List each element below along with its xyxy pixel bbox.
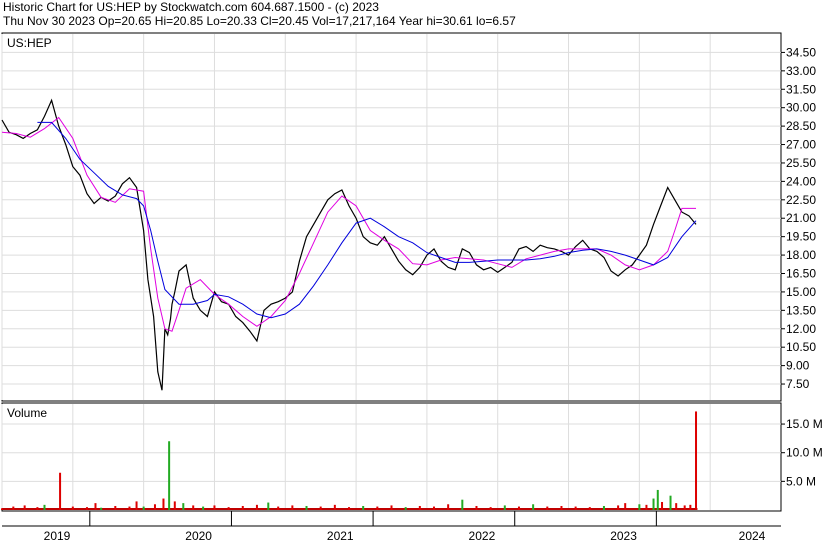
volume-bar	[114, 505, 117, 510]
volume-bar	[153, 504, 156, 510]
volume-bar	[1, 508, 3, 510]
volume-tick-label: 15.0 M	[786, 417, 823, 431]
price-tick-label: 24.00	[786, 174, 816, 188]
year-label: 2024	[739, 529, 766, 543]
price-tick-label: 33.00	[786, 64, 816, 78]
volume-bar	[85, 507, 88, 510]
volume-bar	[661, 501, 664, 510]
volume-bar	[182, 503, 185, 510]
year-label: 2022	[469, 529, 496, 543]
volume-bar	[645, 504, 648, 510]
price-tick-label: 18.00	[786, 248, 816, 262]
price-tick-label: 7.50	[786, 377, 810, 391]
volume-bar	[432, 506, 435, 510]
volume-bar	[59, 472, 62, 510]
price-tick-label: 12.00	[786, 322, 816, 336]
price-tick-label: 16.50	[786, 266, 816, 280]
volume-bar	[617, 505, 620, 510]
volume-bar	[36, 507, 39, 510]
volume-bar	[142, 506, 145, 510]
volume-bar	[128, 506, 131, 510]
volume-bar	[100, 507, 103, 510]
price-tick-label: 30.00	[786, 101, 816, 115]
volume-bar	[461, 499, 464, 510]
price-tick-label: 28.50	[786, 119, 816, 133]
volume-bar	[532, 504, 535, 510]
volume-bar	[376, 506, 379, 510]
volume-bar	[418, 505, 421, 510]
volume-bar	[669, 495, 672, 510]
price-tick-label: 9.00	[786, 359, 810, 373]
price-tick-label: 13.50	[786, 303, 816, 317]
volume-bar	[652, 498, 655, 510]
volume-bar	[390, 505, 393, 510]
price-panel-title: US:HEP	[7, 36, 52, 50]
price-tick-label: 27.00	[786, 138, 816, 152]
volume-bar	[348, 507, 351, 510]
volume-bar	[675, 503, 678, 510]
volume-bar	[319, 506, 322, 510]
stock-chart: 34.50 33.00 31.50 30.00 28.50 27.00 25.50 24.00…	[1, 32, 823, 543]
volume-bar	[291, 505, 294, 510]
year-label: 2021	[327, 529, 354, 543]
volume-bar	[241, 505, 244, 510]
volume-bar	[305, 505, 308, 510]
volume-tick-label: 5.0 M	[786, 474, 816, 488]
volume-bar	[94, 503, 97, 510]
volume-bar	[135, 501, 138, 510]
volume-panel-title: Volume	[7, 406, 47, 420]
volume-bar	[173, 501, 176, 510]
volume-bar	[588, 507, 591, 510]
volume-bar	[162, 498, 165, 510]
volume-bar	[267, 502, 270, 510]
volume-bar	[12, 506, 15, 510]
volume-tick-label: 10.0 M	[786, 446, 823, 460]
volume-bar	[602, 505, 605, 510]
volume-bar	[404, 507, 407, 510]
volume-bar	[227, 507, 230, 510]
year-axis: 2019 2020 2021 2022 2023 2024	[44, 511, 766, 543]
volume-bar	[546, 506, 549, 510]
volume-bar	[560, 505, 563, 510]
price-tick-label: 19.50	[786, 230, 816, 244]
year-label: 2020	[185, 529, 212, 543]
price-tick-label: 21.00	[786, 211, 816, 225]
volume-bar	[689, 504, 692, 510]
volume-bar	[475, 505, 478, 510]
price-tick-label: 34.50	[786, 45, 816, 59]
price-tick-label: 31.50	[786, 82, 816, 96]
volume-bar	[202, 506, 205, 510]
price-axis: 34.50 33.00 31.50 30.00 28.50 27.00 25.50 24.00…	[781, 45, 816, 391]
volume-bar	[362, 505, 365, 510]
volume-panel	[1, 402, 782, 512]
volume-bar	[168, 441, 171, 510]
volume-bar	[23, 505, 26, 510]
volume-bar	[624, 503, 627, 510]
volume-bar	[333, 504, 336, 510]
volume-bar	[638, 504, 641, 510]
volume-bar	[517, 506, 520, 510]
volume-axis: 15.0 M 10.0 M 5.0 M	[781, 417, 823, 488]
volume-bar	[447, 504, 450, 510]
volume-bar	[503, 505, 506, 510]
volume-bar	[489, 507, 492, 510]
volume-bar	[71, 506, 74, 510]
volume-bar	[213, 505, 216, 510]
price-panel	[1, 32, 782, 402]
price-tick-label: 15.00	[786, 285, 816, 299]
volume-bar	[277, 506, 280, 510]
volume-bar	[695, 411, 698, 510]
volume-bar	[43, 504, 46, 510]
price-tick-label: 22.50	[786, 193, 816, 207]
price-tick-label: 25.50	[786, 156, 816, 170]
price-tick-label: 10.50	[786, 340, 816, 354]
year-label: 2019	[44, 529, 71, 543]
volume-bar	[683, 505, 686, 510]
volume-bar	[192, 505, 195, 510]
volume-bar	[255, 504, 258, 510]
volume-bar	[656, 489, 659, 510]
year-label: 2023	[610, 529, 637, 543]
volume-bar	[574, 506, 577, 510]
